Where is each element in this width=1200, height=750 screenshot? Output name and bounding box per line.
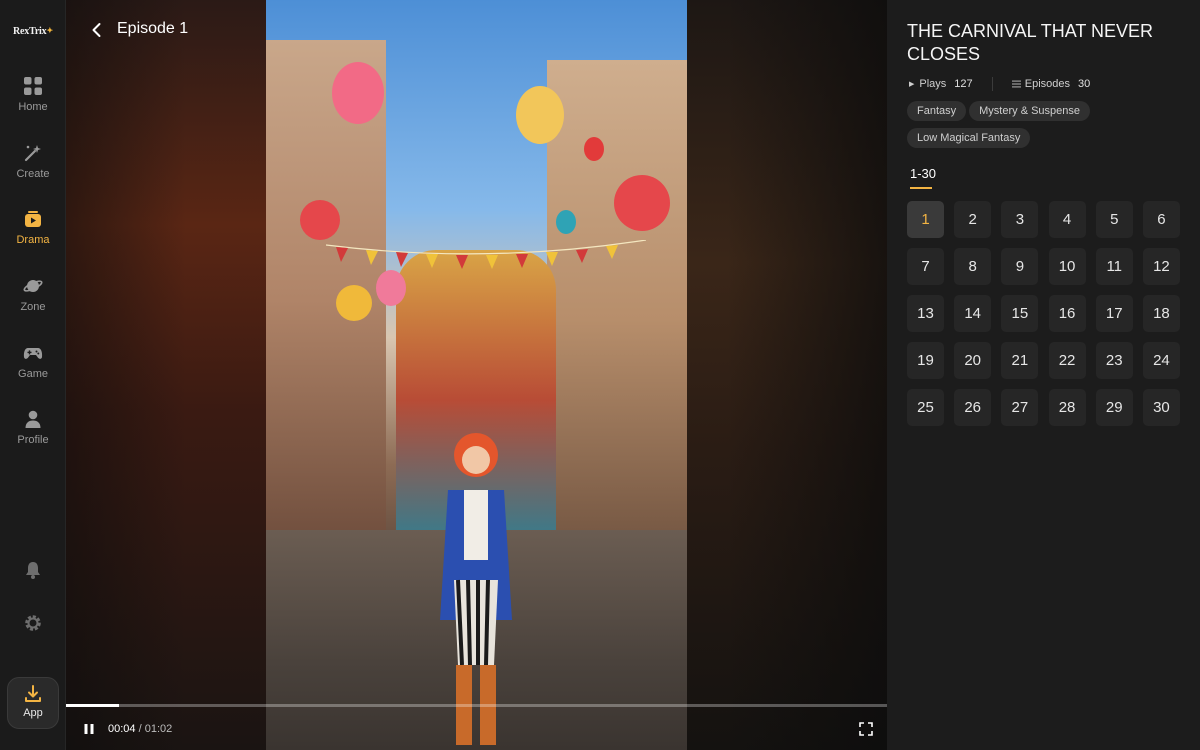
download-icon [25, 685, 41, 702]
video-scene-flower [336, 285, 372, 321]
sidebar-item-label: Drama [16, 234, 50, 246]
sidebar-item-label: Home [18, 101, 48, 113]
current-time: 00:04 [108, 723, 136, 735]
episode-button[interactable]: 15 [1001, 295, 1039, 332]
plays-label: Plays [919, 78, 947, 90]
time-separator: / [135, 723, 145, 735]
episode-button[interactable]: 7 [907, 248, 944, 285]
duration: 01:02 [144, 723, 173, 735]
episode-button[interactable]: 22 [1048, 342, 1086, 379]
episode-button[interactable]: 12 [1142, 248, 1180, 285]
sidebar-item-create[interactable]: Create [0, 143, 66, 199]
episode-button[interactable]: 20 [954, 342, 992, 379]
video-frame[interactable] [266, 0, 687, 750]
grid-icon [24, 77, 42, 95]
video-scene-balloon [376, 270, 406, 306]
magic-wand-icon [24, 145, 41, 162]
episode-button[interactable]: 11 [1095, 248, 1133, 285]
download-app-button[interactable]: App [7, 677, 59, 729]
video-scene-balloon [332, 62, 384, 124]
genre-tag[interactable]: Mystery & Suspense [969, 101, 1091, 121]
plays-count: 127 [954, 78, 973, 90]
chevron-left-icon[interactable] [88, 21, 106, 39]
sidebar-item-label: Game [18, 368, 48, 380]
episode-button[interactable]: 6 [1142, 201, 1180, 238]
episode-button[interactable]: 2 [954, 201, 992, 238]
sidebar-item-label: Profile [17, 434, 49, 446]
sidebar-item-drama[interactable]: Drama [0, 209, 66, 265]
episode-button[interactable]: 14 [954, 295, 992, 332]
episode-button[interactable]: 23 [1095, 342, 1133, 379]
video-scene-balloon [584, 137, 604, 161]
video-progress-fill [66, 704, 120, 707]
episode-button[interactable]: 21 [1001, 342, 1039, 379]
planet-icon [23, 280, 43, 292]
sidebar-item-home[interactable]: Home [0, 76, 66, 132]
episode-button[interactable]: 30 [1142, 389, 1180, 426]
genre-tag[interactable]: Fantasy [907, 101, 967, 121]
video-scene-building [547, 60, 687, 580]
drama-title: THE CARNIVAL THAT NEVER CLOSES [907, 21, 1154, 64]
episode-button[interactable]: 16 [1048, 295, 1086, 332]
episode-button[interactable]: 27 [1001, 389, 1039, 426]
episode-range-tab[interactable]: 1-30 [910, 166, 936, 189]
episode-button[interactable]: 13 [907, 295, 944, 332]
video-scene-flower [614, 175, 670, 231]
episode-button[interactable]: 1 [907, 201, 944, 238]
blurred-backdrop-right [687, 0, 887, 750]
sidebar-item-zone[interactable]: Zone [0, 276, 66, 332]
genre-tags: Fantasy Mystery & Suspense Low Magical Fa… [907, 101, 1187, 155]
episode-button[interactable]: 10 [1048, 248, 1086, 285]
sidebar-item-label: Zone [20, 301, 46, 313]
episodes-label: Episodes [1024, 78, 1071, 90]
playback-time: 00:04 / 01:02 [108, 723, 172, 735]
bell-icon[interactable] [23, 560, 43, 580]
sidebar-item-label: Create [16, 168, 50, 180]
play-icon: ▶ [909, 81, 915, 88]
sidebar-item-game[interactable]: Game [0, 343, 66, 399]
list-icon [1011, 80, 1021, 88]
episodes-count: 30 [1078, 78, 1091, 90]
app-button-label: App [23, 707, 43, 719]
video-scene-flower [300, 200, 340, 240]
gear-icon[interactable] [23, 613, 43, 633]
episode-button[interactable]: 3 [1001, 201, 1039, 238]
drama-play-icon [25, 211, 41, 227]
video-scene-balloon [516, 86, 564, 144]
episode-button[interactable]: 29 [1095, 389, 1133, 426]
blurred-backdrop-left [66, 0, 266, 750]
video-scene-bunting [326, 240, 646, 269]
episode-grid: 1 2 3 4 5 6 7 8 9 10 11 12 13 14 15 16 17 18 19 20 21 22 23 24 2… [907, 201, 1183, 426]
episode-button[interactable]: 18 [1142, 295, 1180, 332]
gamepad-icon [23, 348, 43, 359]
episode-button[interactable]: 9 [1001, 248, 1039, 285]
drama-info-panel: THE CARNIVAL THAT NEVER CLOSES ▶ Plays 127… [887, 0, 1200, 750]
episode-button[interactable]: 28 [1048, 389, 1086, 426]
player-controls: 00:04 / 01:02 [66, 712, 887, 750]
episode-button[interactable]: 24 [1142, 342, 1180, 379]
video-player[interactable]: Episode 1 00:04 / 01:02 [66, 0, 887, 750]
episode-button[interactable]: 8 [954, 248, 992, 285]
episode-button[interactable]: 4 [1048, 201, 1086, 238]
person-icon [25, 410, 41, 428]
pause-icon[interactable] [82, 722, 96, 736]
episode-button[interactable]: 25 [907, 389, 944, 426]
sidebar: RexTrix✦ Home Create Drama Zone Game Pro… [0, 0, 66, 750]
genre-tag[interactable]: Low Magical Fantasy [907, 128, 1031, 148]
episode-button[interactable]: 17 [1095, 295, 1133, 332]
sidebar-item-profile[interactable]: Profile [0, 409, 66, 465]
episode-title: Episode 1 [117, 20, 189, 37]
fullscreen-icon[interactable] [859, 722, 873, 736]
video-progress-bar[interactable] [66, 704, 887, 707]
episode-button[interactable]: 19 [907, 342, 944, 379]
episode-button[interactable]: 5 [1095, 201, 1133, 238]
app-logo[interactable]: RexTrix✦ [0, 26, 66, 37]
episode-button[interactable]: 26 [954, 389, 992, 426]
video-scene-balloon [556, 210, 576, 234]
video-scene-character [440, 433, 512, 745]
stats-divider [991, 77, 993, 91]
drama-stats: ▶ Plays 127 Episodes 30 [909, 77, 1090, 91]
